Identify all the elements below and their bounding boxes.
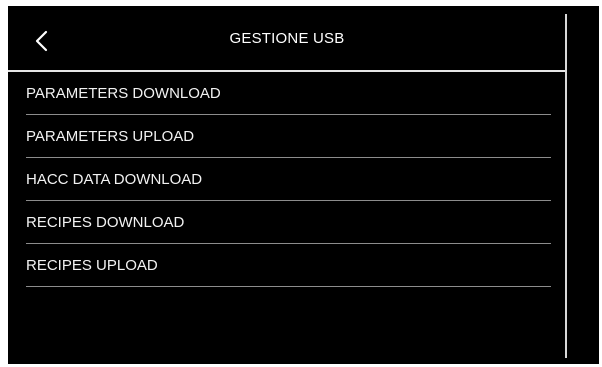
menu-item-recipes-download[interactable]: RECIPES DOWNLOAD [8, 201, 566, 244]
menu-item-label: RECIPES DOWNLOAD [26, 214, 185, 231]
menu-item-label: PARAMETERS UPLOAD [26, 128, 195, 145]
menu-item-recipes-upload[interactable]: RECIPES UPLOAD [8, 244, 566, 287]
usb-menu-list: PARAMETERS DOWNLOAD PARAMETERS UPLOAD HA… [8, 72, 566, 287]
menu-item-label: RECIPES UPLOAD [26, 257, 158, 274]
page-title: GESTIONE USB [229, 30, 345, 47]
header-bar: GESTIONE USB [8, 6, 566, 72]
back-button[interactable] [28, 26, 56, 56]
scrollbar[interactable] [565, 14, 567, 358]
menu-divider [26, 286, 551, 287]
menu-item-parameters-download[interactable]: PARAMETERS DOWNLOAD [8, 72, 566, 115]
usb-management-screen: GESTIONE USB PARAMETERS DOWNLOAD PARAMET… [8, 6, 599, 364]
chevron-left-icon [35, 30, 48, 52]
menu-item-label: HACC DATA DOWNLOAD [26, 171, 203, 188]
menu-item-hacc-data-download[interactable]: HACC DATA DOWNLOAD [8, 158, 566, 201]
menu-item-label: PARAMETERS DOWNLOAD [26, 85, 221, 102]
menu-item-parameters-upload[interactable]: PARAMETERS UPLOAD [8, 115, 566, 158]
